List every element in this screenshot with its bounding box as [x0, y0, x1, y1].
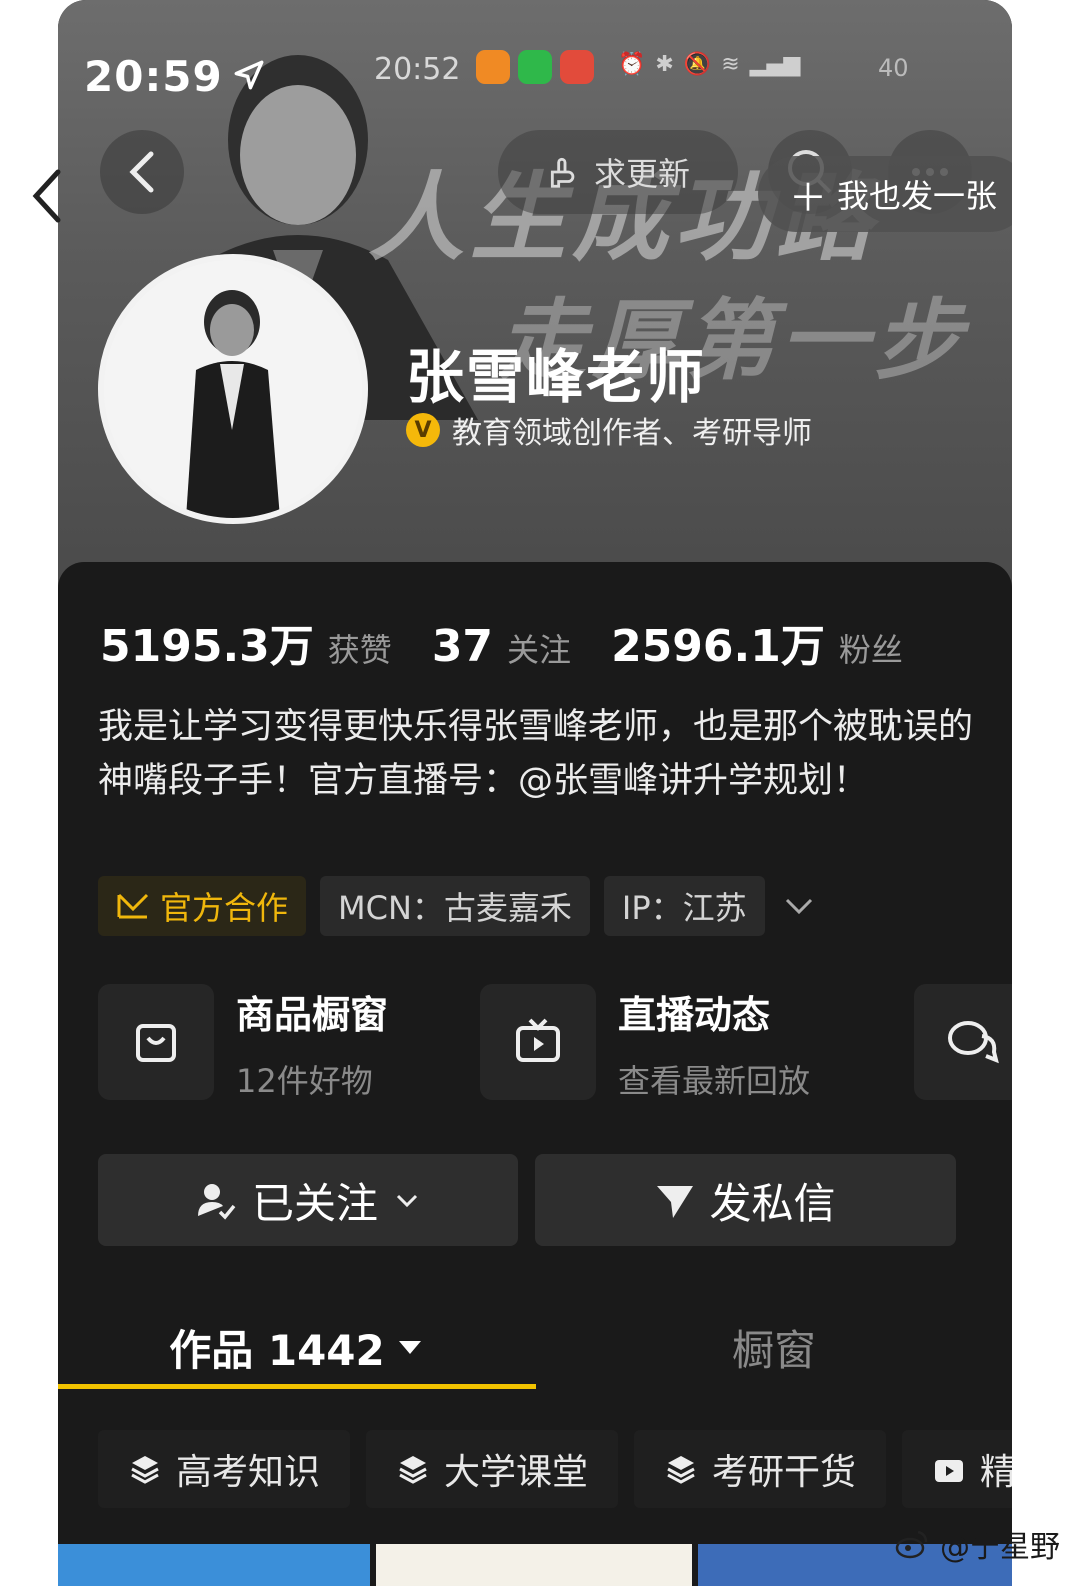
- tab-showcase[interactable]: 橱窗: [536, 1302, 1012, 1392]
- verified-badge-icon: V: [406, 413, 440, 447]
- caret-down-icon: [398, 1341, 421, 1354]
- send-message-label: 发私信: [709, 1178, 836, 1228]
- layers-icon: [131, 1456, 159, 1484]
- cell-signal-icon: ▂▄▆: [749, 52, 801, 77]
- video-grid: [58, 1544, 1012, 1586]
- bluetooth-icon: ✱: [655, 52, 674, 77]
- tab-works-label: 作品 1442: [169, 1325, 385, 1375]
- watermark-text: @宁星野: [940, 1530, 1060, 1565]
- plus-icon: ＋: [788, 175, 827, 220]
- likes-label: 获赞: [327, 631, 392, 669]
- following-button[interactable]: 已关注: [98, 1154, 518, 1246]
- app-notification-icon: [476, 50, 510, 84]
- verification-line: V 教育领域创作者、考研导师: [406, 408, 812, 452]
- primary-actions-row: 已关注 发私信: [98, 1154, 958, 1246]
- back-button[interactable]: [100, 130, 184, 214]
- collection-categories: 高考知识 大学课堂 考研干货 精: [98, 1430, 1012, 1508]
- post-one-label: 我也发一张: [837, 177, 998, 215]
- chevron-down-icon: [396, 1194, 418, 1208]
- profile-name: 张雪峰老师: [406, 343, 707, 411]
- category-university[interactable]: 大学课堂: [366, 1430, 619, 1508]
- category-university-label: 大学课堂: [444, 1452, 589, 1493]
- tab-works[interactable]: 作品 1442: [58, 1302, 536, 1392]
- card-title-shop[interactable]: 商品橱窗: [236, 984, 388, 1039]
- weibo-watermark: @宁星野: [894, 1522, 1060, 1566]
- phone-screen: 人生成功路 走厚第一步 20:52 ⏰ ✱ 🔕 ≋ ▂▄▆ 40 求更新 ＋ 我…: [58, 0, 1012, 1586]
- following-label: 已关注: [251, 1178, 378, 1228]
- card-title-live[interactable]: 直播动态: [618, 984, 770, 1039]
- category-gaokao-label: 高考知识: [176, 1452, 321, 1493]
- send-message-button[interactable]: 发私信: [535, 1154, 956, 1246]
- official-tag-icon: [117, 893, 149, 919]
- content-tabs: 作品 1442 橱窗: [58, 1302, 1012, 1392]
- send-arrow-icon: [657, 1186, 694, 1218]
- category-more[interactable]: 精: [902, 1430, 1012, 1508]
- following-label[interactable]: 关注: [507, 625, 571, 671]
- request-update-label: 求更新: [593, 155, 690, 193]
- category-more-label: 精: [980, 1452, 1012, 1493]
- followers-count[interactable]: 2596.1万: [611, 610, 825, 674]
- card-subtitle-shop[interactable]: 12件好物: [236, 1056, 373, 1102]
- status-app-icons: [476, 50, 594, 84]
- avatar-person-image: [104, 260, 362, 518]
- post-one-button[interactable]: ＋ 我也发一张: [758, 156, 1012, 232]
- category-kaoyan-label: 考研干货: [712, 1452, 857, 1493]
- inner-status-time: 20:52: [374, 52, 461, 87]
- verification-text: 教育领域创作者、考研导师: [452, 416, 812, 451]
- profile-tags: 官方合作 MCN：古麦嘉禾 IP：江苏: [98, 876, 819, 936]
- wallet-app-icon: [560, 50, 594, 84]
- wechat-icon: [518, 50, 552, 84]
- official-tag-label: 官方合作: [160, 889, 289, 927]
- following-count[interactable]: 37: [432, 621, 493, 672]
- expand-chevron-down-icon[interactable]: [779, 886, 819, 926]
- alarm-icon: ⏰: [618, 52, 646, 77]
- mcn-tag[interactable]: MCN：古麦嘉禾: [320, 876, 590, 936]
- mute-icon: 🔕: [683, 52, 712, 77]
- outer-status-time: 20:59: [84, 52, 223, 101]
- location-arrow-icon: [232, 58, 266, 96]
- weibo-logo-icon: [895, 1530, 928, 1559]
- inner-battery-level: 40: [878, 54, 909, 82]
- user-check-icon: [197, 1184, 236, 1220]
- card-subtitle-live[interactable]: 查看最新回放: [618, 1056, 810, 1102]
- profile-bio: 我是让学习变得更快乐得张雪峰老师，也是那个被耽误的神嘴段子手！官方直播号：@张雪…: [98, 707, 974, 801]
- video-icon: [935, 1460, 964, 1482]
- profile-info-panel: 5195.3万 获赞 37 关注 2596.1万 粉丝 我是让学习变得更快乐得张…: [58, 562, 1012, 1586]
- category-kaoyan[interactable]: 考研干货: [634, 1430, 887, 1508]
- avatar[interactable]: [98, 254, 368, 524]
- likes-count: 5195.3万: [100, 621, 314, 672]
- shopping-bag-icon[interactable]: [98, 984, 214, 1100]
- layers-icon: [399, 1456, 427, 1484]
- stats-row: 5195.3万 获赞 37 关注 2596.1万 粉丝: [100, 610, 929, 674]
- request-update-button[interactable]: 求更新: [498, 130, 738, 214]
- tv-play-icon[interactable]: [480, 984, 596, 1100]
- active-tab-indicator: [58, 1384, 536, 1389]
- hand-point-icon: [550, 157, 575, 188]
- official-cooperation-tag[interactable]: 官方合作: [98, 876, 307, 936]
- chat-bubbles-icon[interactable]: [914, 984, 1012, 1100]
- wifi-signal-icon: ≋: [721, 52, 740, 77]
- chevron-left-icon: [129, 151, 154, 193]
- ip-location-tag: IP：江苏: [603, 876, 765, 936]
- followers-label[interactable]: 粉丝: [839, 625, 903, 671]
- feature-cards-row: 商品橱窗 12件好物 直播动态 查看最新回放: [98, 984, 1012, 1104]
- outer-back-chevron-icon[interactable]: [30, 168, 64, 228]
- video-thumbnail[interactable]: [58, 1544, 370, 1586]
- video-thumbnail[interactable]: [376, 1544, 692, 1586]
- layers-icon: [667, 1456, 695, 1484]
- category-gaokao[interactable]: 高考知识: [98, 1430, 351, 1508]
- system-status-icons: ⏰ ✱ 🔕 ≋ ▂▄▆: [618, 52, 800, 77]
